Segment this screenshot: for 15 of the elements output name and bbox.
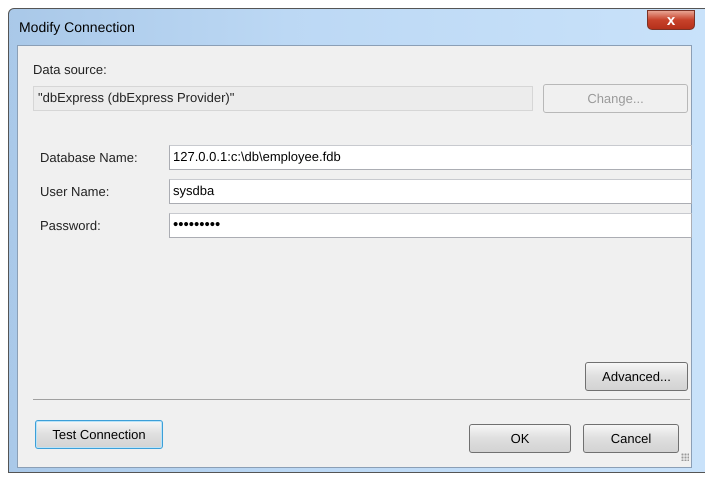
password-field[interactable]: •••••••••: [169, 213, 692, 238]
cancel-button[interactable]: Cancel: [583, 424, 679, 453]
close-button[interactable]: x: [647, 10, 695, 30]
field-label: Password:: [40, 218, 102, 233]
field-label: Data source:: [33, 62, 108, 77]
ok-button[interactable]: OK: [469, 424, 571, 453]
field-label: Database Name:: [40, 150, 139, 165]
window-title: Modify Connection: [18, 19, 135, 35]
data-source-field: "dbExpress (dbExpress Provider)": [33, 86, 533, 111]
field-label: User Name:: [40, 184, 110, 199]
text-field[interactable]: 127.0.0.1:c:\db\employee.fdb: [169, 145, 692, 170]
advanced-button[interactable]: Advanced...: [585, 362, 688, 391]
test-connection-button[interactable]: Test Connection: [35, 420, 163, 449]
resize-grip-icon[interactable]: [681, 453, 689, 461]
text-field[interactable]: sysdba: [169, 179, 692, 204]
